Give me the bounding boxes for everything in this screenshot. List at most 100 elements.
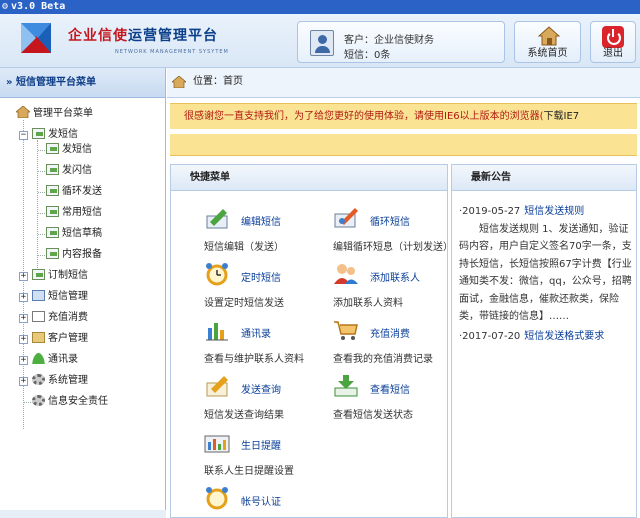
- envelope-icon: [46, 205, 59, 217]
- browser-notice: 很感谢您一直支持我们，为了给您更好的使用体验，请使用IE6以上版本的浏览器(下载…: [170, 103, 637, 129]
- quick-item-recharge[interactable]: 充值消费 查看我的充值消费记录: [333, 318, 461, 365]
- quick-item-desc: 查看与维护联系人资料: [204, 354, 304, 365]
- window-titlebar: ⚙ v3.0 Beta: [0, 0, 640, 14]
- quick-item-desc: 短信发送查询结果: [204, 410, 284, 421]
- exit-button-label: 退出: [603, 48, 623, 59]
- home-icon: [15, 105, 31, 119]
- quick-item-title: 编辑短信: [241, 217, 281, 228]
- sidebar-subitem-flash-sms[interactable]: 发闪信: [46, 161, 92, 181]
- quick-item-title: 定时短信: [241, 273, 281, 284]
- shopping-cart-icon: [334, 321, 358, 340]
- expand-toggle[interactable]: +: [19, 293, 28, 302]
- sidebar-bottom-strip: [0, 510, 166, 518]
- customer-name: 客户：企业信使财务: [344, 35, 434, 46]
- announcement-title[interactable]: 短信发送规则: [524, 206, 584, 217]
- announcement-title[interactable]: 短信发送格式要求: [524, 331, 604, 342]
- quick-item-desc: 短信编辑（发送）: [204, 242, 284, 253]
- sidebar-subitem-common-sms[interactable]: 常用短信: [46, 203, 102, 223]
- quick-item-edit-sms[interactable]: 编辑短信 短信编辑（发送）: [204, 206, 332, 253]
- header: 企业信使运营管理平台 NETWORK MANAGEMENT SYSYTEM 客户…: [0, 14, 640, 68]
- sidebar-item-security[interactable]: 信息安全责任: [32, 392, 108, 412]
- quick-item-account-auth[interactable]: 帐号认证: [204, 486, 332, 518]
- sidebar-item-system[interactable]: 系统管理: [32, 371, 88, 391]
- quick-item-title: 帐号认证: [241, 497, 281, 508]
- table-icon: [32, 289, 45, 301]
- main-content: 位置：首页 很感谢您一直支持我们，为了给您更好的使用体验，请使用IE6以上版本的…: [167, 68, 640, 518]
- gear-icon: [32, 394, 45, 406]
- announcement-item[interactable]: ·2017-07-20 短信发送格式要求: [459, 328, 632, 346]
- home-button[interactable]: 系统首页: [514, 21, 581, 63]
- envelope-icon: [46, 247, 59, 259]
- announcements-panel: 最新公告 ·2019-05-27 短信发送规则 短信发送规则 1、发送通知，验证码…: [451, 164, 637, 518]
- send-query-icon: [206, 376, 228, 397]
- edit-sms-icon: [206, 209, 228, 229]
- sidebar-title: » 短信管理平台菜单: [0, 68, 165, 98]
- expand-toggle[interactable]: +: [19, 314, 28, 323]
- house-icon: [538, 26, 560, 46]
- expand-toggle[interactable]: +: [19, 356, 28, 365]
- announcement-item[interactable]: ·2019-05-27 短信发送规则: [459, 203, 632, 221]
- window-title: v3.0 Beta: [11, 1, 66, 12]
- notice-text: 很感谢您一直支持我们，为了给您更好的使用体验，请使用IE6以上版本的浏览器(: [184, 111, 544, 122]
- quick-item-title: 发送查询: [241, 385, 281, 396]
- envelope-icon: [46, 226, 59, 238]
- quick-item-title: 充值消费: [370, 329, 410, 340]
- person-icon: [32, 352, 45, 364]
- download-icon: [334, 375, 358, 397]
- envelope-icon: [32, 268, 45, 280]
- announcements-title: 最新公告: [452, 165, 636, 191]
- sidebar-subitem-drafts[interactable]: 短信草稿: [46, 224, 102, 244]
- announcement-date: ·2017-07-20: [459, 330, 521, 342]
- expand-toggle[interactable]: +: [19, 335, 28, 344]
- alarm-clock-icon: [206, 487, 228, 510]
- sidebar-item-customers[interactable]: 客户管理: [32, 329, 88, 349]
- quick-item-send-query[interactable]: 发送查询 短信发送查询结果: [204, 374, 332, 421]
- download-ie7-link[interactable]: 下载IE7: [544, 111, 580, 122]
- collapse-toggle[interactable]: −: [19, 131, 28, 140]
- exit-button[interactable]: 退出: [590, 21, 636, 63]
- sidebar-item-contacts[interactable]: 通讯录: [32, 350, 78, 370]
- sidebar-item-sms-management[interactable]: 短信管理: [32, 287, 88, 307]
- sidebar-root[interactable]: 管理平台菜单: [15, 104, 93, 124]
- expand-toggle[interactable]: +: [19, 272, 28, 281]
- logo-icon: [21, 23, 51, 53]
- quick-item-address-book[interactable]: 通讯录 查看与维护联系人资料: [204, 318, 332, 365]
- address-book-icon: [206, 323, 228, 341]
- quick-item-desc: 查看我的充值消费记录: [333, 354, 433, 365]
- sidebar-subitem-content-report[interactable]: 内容报备: [46, 245, 102, 265]
- gear-icon: [32, 373, 45, 385]
- home-icon: [172, 76, 186, 88]
- brand-subtitle: NETWORK MANAGEMENT SYSYTEM: [115, 49, 229, 55]
- quick-item-view-sms[interactable]: 查看短信 查看短信发送状态: [333, 374, 461, 421]
- announcements-list: ·2019-05-27 短信发送规则 短信发送规则 1、发送通知，验证码内容，用户…: [452, 191, 636, 345]
- sidebar-subitem-send-sms[interactable]: 发短信: [46, 140, 92, 160]
- bar-chart-icon: [204, 435, 230, 453]
- quick-item-desc: 联系人生日提醒设置: [204, 466, 294, 477]
- breadcrumb: 位置：首页: [167, 68, 640, 98]
- quick-item-desc: 设置定时短信发送: [204, 298, 284, 309]
- envelope-icon: [46, 163, 59, 175]
- alarm-clock-icon: [206, 263, 228, 286]
- quick-menu-panel: 快捷菜单 编辑短信 短信编辑（发送） 循环短信 编辑循环短息（计划发送） 定时短…: [170, 164, 453, 518]
- loop-sms-icon: [334, 208, 358, 228]
- sidebar-item-subscribe-sms[interactable]: 订制短信: [32, 266, 88, 286]
- quick-item-loop-sms[interactable]: 循环短信 编辑循环短息（计划发送）: [333, 206, 461, 253]
- quick-item-desc: 查看短信发送状态: [333, 410, 413, 421]
- sidebar-subitem-loop-send[interactable]: 循环发送: [46, 182, 102, 202]
- user-card-icon: [310, 30, 334, 56]
- sidebar: » 短信管理平台菜单 管理平台菜单 − 发短信 发短信 发闪信 循环发送 常用短…: [0, 68, 166, 518]
- notice-strip: [170, 134, 637, 156]
- expand-toggle[interactable]: +: [19, 377, 28, 386]
- brand-title: 企业信使运营管理平台: [68, 28, 218, 44]
- quick-item-add-contact[interactable]: 添加联系人 添加联系人资料: [333, 262, 461, 309]
- quick-item-desc: 编辑循环短息（计划发送）: [333, 242, 453, 253]
- quick-item-title: 添加联系人: [370, 273, 420, 284]
- sidebar-item-recharge[interactable]: 充值消费: [32, 308, 88, 328]
- envelope-icon: [46, 184, 59, 196]
- quick-item-scheduled-sms[interactable]: 定时短信 设置定时短信发送: [204, 262, 332, 309]
- add-contact-icon: [334, 264, 358, 284]
- quick-item-title: 生日提醒: [241, 441, 281, 452]
- quick-item-birthday[interactable]: 生日提醒 联系人生日提醒设置: [204, 430, 332, 477]
- quick-item-title: 通讯录: [241, 329, 271, 340]
- gear-icon: ⚙: [2, 1, 9, 12]
